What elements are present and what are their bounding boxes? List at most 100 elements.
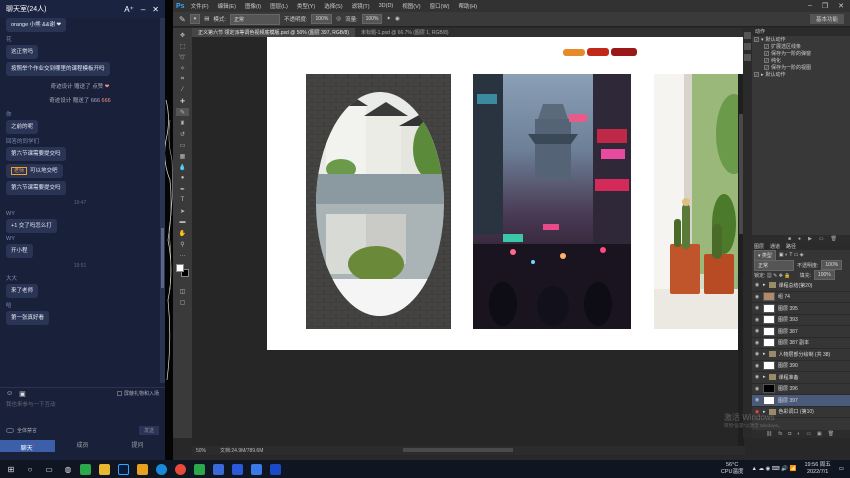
- chat-sender[interactable]: 哈: [6, 301, 154, 309]
- menu-view[interactable]: 视图(V): [402, 2, 420, 10]
- menu-type[interactable]: 类型(Y): [297, 2, 315, 10]
- screen-mode-icon[interactable]: ▢: [176, 298, 189, 306]
- video-app-icon[interactable]: [232, 463, 243, 475]
- edge-app-icon[interactable]: [156, 463, 167, 475]
- layer-row[interactable]: ◉ 图层 387 副本: [752, 338, 850, 349]
- menu-filter[interactable]: 滤镜(T): [352, 2, 370, 10]
- link-icon[interactable]: ⛓: [766, 431, 772, 437]
- magic-wand-tool-icon[interactable]: ✧: [176, 64, 189, 72]
- marquee-tool-icon[interactable]: ⬚: [176, 42, 189, 50]
- history-brush-tool-icon[interactable]: ↺: [176, 130, 189, 138]
- chat-sender[interactable]: 花: [6, 35, 154, 43]
- action-item[interactable]: ✓ 保存为一阶的弹窗: [752, 50, 850, 57]
- store-app-icon[interactable]: [213, 463, 224, 475]
- layer-row[interactable]: ◉ 图层 397: [752, 395, 850, 407]
- visibility-eye-icon[interactable]: ◉: [754, 363, 760, 369]
- visibility-eye-icon[interactable]: ◉: [754, 374, 760, 380]
- layer-row[interactable]: ◉ ▸ 人物层部分绘制 (共 38): [752, 349, 850, 361]
- menu-select[interactable]: 选择(S): [324, 2, 342, 10]
- visibility-eye-icon[interactable]: ◉: [754, 328, 760, 334]
- document-tab-active[interactable]: 正义第六节 领定派等调色视频底模版.psd @ 50% (图层 397, RGB…: [192, 28, 355, 37]
- foreground-color-swatch[interactable]: [176, 264, 184, 272]
- stop-icon[interactable]: ■: [788, 236, 791, 242]
- play-icon[interactable]: ▶: [808, 236, 812, 242]
- dodge-tool-icon[interactable]: ●: [176, 174, 189, 182]
- canvas-area[interactable]: [192, 37, 745, 446]
- layer-row[interactable]: ◉ ▸ 课程总结(第20): [752, 280, 850, 292]
- mask-icon[interactable]: ◘: [788, 431, 791, 437]
- canvas-horizontal-scrollbar[interactable]: [403, 448, 513, 452]
- document-canvas[interactable]: [267, 37, 745, 350]
- chat-sender[interactable]: 大大: [6, 274, 154, 282]
- brush-preset-picker[interactable]: ▾: [189, 14, 201, 24]
- clone-stamp-tool-icon[interactable]: ♜: [176, 119, 189, 127]
- visibility-eye-icon[interactable]: ◉: [754, 282, 760, 288]
- lasso-tool-icon[interactable]: ➰: [176, 53, 189, 61]
- minimize-icon[interactable]: –: [808, 2, 812, 10]
- menu-edit[interactable]: 编辑(E): [218, 2, 236, 10]
- image-icon[interactable]: ▣: [19, 390, 26, 398]
- clock[interactable]: 19:56 周五 2022/7/1: [805, 462, 831, 476]
- visibility-eye-icon[interactable]: ◉: [754, 294, 760, 300]
- tray-icons[interactable]: ▲ ☁ ◉ ⌨ 🔊 📶: [751, 466, 796, 472]
- close-icon[interactable]: ✕: [838, 2, 844, 10]
- layer-opacity-input[interactable]: 100%: [821, 260, 843, 270]
- tab-members[interactable]: 成员: [55, 440, 110, 452]
- lock-icons[interactable]: 锁定: ▦ ✎ ✥ 🔒: [754, 272, 791, 279]
- expand-icon[interactable]: ▸: [763, 282, 766, 288]
- photoshop-app-icon[interactable]: [118, 463, 129, 475]
- minimize-icon[interactable]: –: [141, 5, 145, 14]
- more-tools-icon[interactable]: …: [176, 251, 189, 259]
- action-check[interactable]: ✓: [764, 51, 769, 56]
- filter-icons[interactable]: ▣ ◐ T ▭ ◈: [779, 252, 804, 258]
- action-check[interactable]: ✓: [764, 65, 769, 70]
- visibility-eye-icon[interactable]: ◉: [754, 305, 760, 311]
- action-item[interactable]: ✓ 扩展选区线条: [752, 43, 850, 50]
- menu-help[interactable]: 帮助(H): [458, 2, 477, 10]
- menu-layer[interactable]: 图层(L): [270, 2, 288, 10]
- pen-tool-icon[interactable]: ✒: [176, 185, 189, 193]
- expand-icon[interactable]: ▸: [761, 72, 764, 78]
- new-set-icon[interactable]: ▭: [819, 236, 824, 242]
- action-check[interactable]: ✓: [754, 72, 759, 77]
- meeting-app-icon[interactable]: [251, 463, 262, 475]
- chat-sender[interactable]: WY: [6, 236, 154, 242]
- new-layer-icon[interactable]: ▣: [817, 431, 822, 437]
- expand-icon[interactable]: ▸: [763, 351, 766, 357]
- record-icon[interactable]: ●: [798, 236, 801, 242]
- layer-blend-select[interactable]: 正常: [754, 259, 794, 271]
- type-tool-icon[interactable]: T: [176, 196, 189, 204]
- visibility-eye-icon[interactable]: ◉: [754, 317, 760, 323]
- wechat-app-icon[interactable]: [80, 463, 91, 475]
- folder-app-icon[interactable]: [137, 463, 148, 475]
- fx-icon[interactable]: fx: [778, 431, 782, 437]
- chat-sender[interactable]: 你: [6, 110, 154, 118]
- adjustment-icon[interactable]: ◐: [797, 431, 800, 437]
- eyedropper-tool-icon[interactable]: ⁄: [176, 86, 189, 94]
- trash-icon[interactable]: 🗑: [828, 431, 834, 437]
- airbrush-icon[interactable]: ✦: [386, 16, 391, 22]
- shape-tool-icon[interactable]: ▬: [176, 218, 189, 226]
- block-gift-checkbox[interactable]: [116, 391, 122, 396]
- visibility-eye-icon[interactable]: ◉: [754, 340, 760, 346]
- chat-sender[interactable]: 回答的同学们: [6, 137, 154, 145]
- layer-fill-input[interactable]: 100%: [813, 270, 835, 280]
- close-icon[interactable]: ✕: [152, 5, 159, 14]
- folder-icon[interactable]: ▭: [806, 431, 811, 437]
- hand-tool-icon[interactable]: ✋: [176, 229, 189, 237]
- quick-mask-icon[interactable]: ◫: [176, 287, 189, 295]
- brush-tool-icon[interactable]: ✎: [176, 108, 189, 116]
- cpu-temp[interactable]: 56°C CPU温度: [721, 462, 744, 476]
- layer-row[interactable]: ◉ 组 74: [752, 292, 850, 303]
- crop-tool-icon[interactable]: ⌗: [176, 75, 189, 83]
- pressure-opacity-icon[interactable]: ◎: [336, 16, 341, 22]
- blur-tool-icon[interactable]: 💧: [176, 163, 189, 171]
- chat-input[interactable]: 我也来参与一下互动: [6, 400, 156, 408]
- chrome-app-icon[interactable]: [175, 463, 186, 475]
- healing-tool-icon[interactable]: ✚: [176, 97, 189, 105]
- chat-app-icon[interactable]: [194, 463, 205, 475]
- action-check[interactable]: ✓: [754, 37, 759, 42]
- tab-paths[interactable]: 路径: [786, 243, 796, 250]
- chat-sender[interactable]: WY: [6, 211, 154, 217]
- document-tab-2[interactable]: 未标题-1.psd @ 66.7% (图层 1, RGB/8): [355, 28, 455, 37]
